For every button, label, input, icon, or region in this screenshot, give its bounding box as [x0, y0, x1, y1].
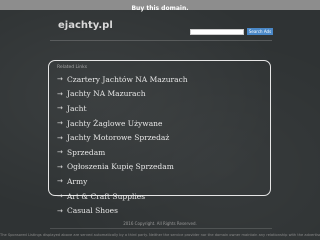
buy-domain-link[interactable]: Buy this domain. [131, 5, 188, 12]
arrow-right-icon: → [57, 104, 63, 113]
related-link-label[interactable]: Jachty Żaglowe Używane [67, 119, 162, 128]
related-links-panel: Related Links → Czartery Jachtów NA Mazur… [48, 60, 271, 215]
site-logo[interactable]: ejachty.pl [58, 20, 113, 31]
related-link-item[interactable]: → Czartery Jachtów NA Mazurach [57, 72, 188, 87]
related-link-label[interactable]: Jachty Motorowe Sprzedaż [67, 133, 169, 142]
related-link-label[interactable]: Casual Shoes [67, 206, 118, 215]
related-links-list: → Czartery Jachtów NA Mazurach → Jachty NA… [57, 72, 188, 218]
arrow-right-icon: → [57, 133, 63, 142]
related-link-item[interactable]: → Jachty NA Mazurach [57, 87, 188, 102]
related-link-item[interactable]: → Sprzedam [57, 145, 188, 160]
arrow-right-icon: → [57, 75, 63, 84]
related-link-label[interactable]: Czartery Jachtów NA Mazurach [67, 75, 188, 84]
related-link-label[interactable]: Ogłoszenia Kupię Sprzedam [67, 162, 174, 171]
search-input[interactable] [190, 28, 244, 35]
related-link-item[interactable]: → Jachty Żaglowe Używane [57, 116, 188, 131]
arrow-right-icon: → [57, 177, 63, 186]
arrow-right-icon: → [57, 192, 63, 201]
related-link-item[interactable]: → Jachty Motorowe Sprzedaż [57, 130, 188, 145]
search-form: Search Ads [190, 28, 273, 35]
arrow-right-icon: → [57, 119, 63, 128]
buy-domain-banner[interactable]: Buy this domain. [0, 0, 320, 12]
arrow-right-icon: → [57, 148, 63, 157]
related-link-item[interactable]: → Army [57, 174, 188, 189]
header-divider [50, 40, 272, 41]
arrow-right-icon: → [57, 206, 63, 215]
footer-divider [50, 228, 272, 229]
panel-title: Related Links [57, 65, 88, 70]
disclaimer-text: The Sponsored Listings displayed above a… [0, 233, 320, 237]
related-link-label[interactable]: Army [67, 177, 87, 186]
arrow-right-icon: → [57, 162, 63, 171]
related-link-item[interactable]: → Jacht [57, 101, 188, 116]
search-button[interactable]: Search Ads [247, 28, 273, 35]
related-link-item[interactable]: → Ogłoszenia Kupię Sprzedam [57, 160, 188, 175]
related-link-label[interactable]: Jachty NA Mazurach [67, 89, 146, 98]
related-link-item[interactable]: → Casual Shoes [57, 203, 188, 218]
related-link-label[interactable]: Jacht [67, 104, 87, 113]
related-link-label[interactable]: Art & Craft Supplies [67, 192, 145, 201]
arrow-right-icon: → [57, 89, 63, 98]
related-link-item[interactable]: → Art & Craft Supplies [57, 189, 188, 204]
copyright-text: 2016 Copyright. All Rights Reserved. [123, 221, 197, 226]
related-link-label[interactable]: Sprzedam [67, 148, 105, 157]
